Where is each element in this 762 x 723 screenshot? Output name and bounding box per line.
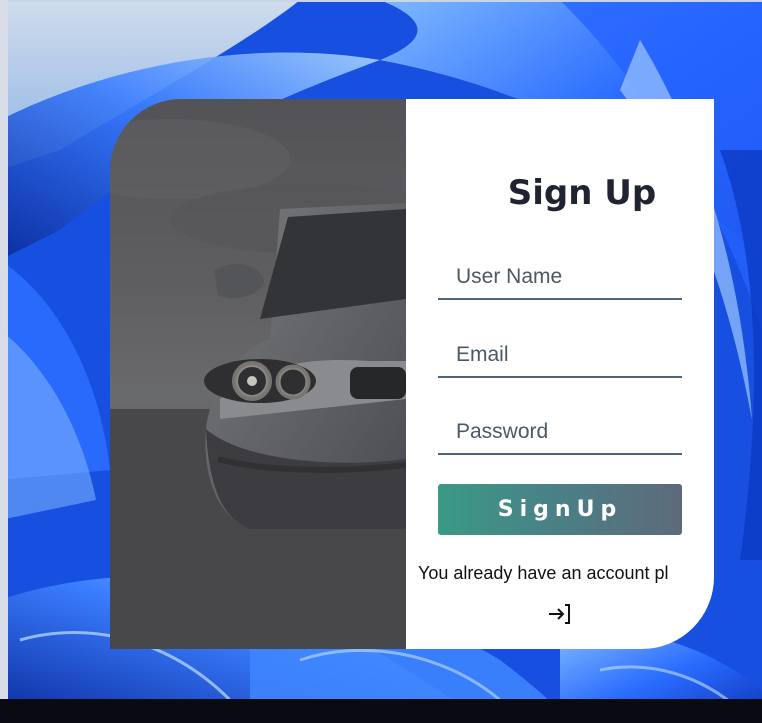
already-have-account-text: You already have an account pl bbox=[418, 563, 669, 583]
email-input[interactable] bbox=[438, 334, 682, 378]
window-top-edge bbox=[0, 0, 762, 2]
username-input[interactable] bbox=[438, 256, 682, 300]
signup-button[interactable]: SignUp bbox=[438, 484, 682, 535]
car-photo bbox=[110, 99, 406, 649]
signup-card: Sign Up SignUp You already have an accou… bbox=[110, 99, 714, 649]
login-arrow-icon[interactable] bbox=[545, 599, 575, 629]
password-input[interactable] bbox=[438, 411, 682, 455]
taskbar-strip bbox=[0, 699, 762, 723]
form-title: Sign Up bbox=[507, 173, 657, 213]
car-image bbox=[110, 99, 406, 649]
signup-form-panel: Sign Up SignUp You already have an accou… bbox=[406, 99, 714, 649]
window-left-edge bbox=[0, 0, 8, 723]
